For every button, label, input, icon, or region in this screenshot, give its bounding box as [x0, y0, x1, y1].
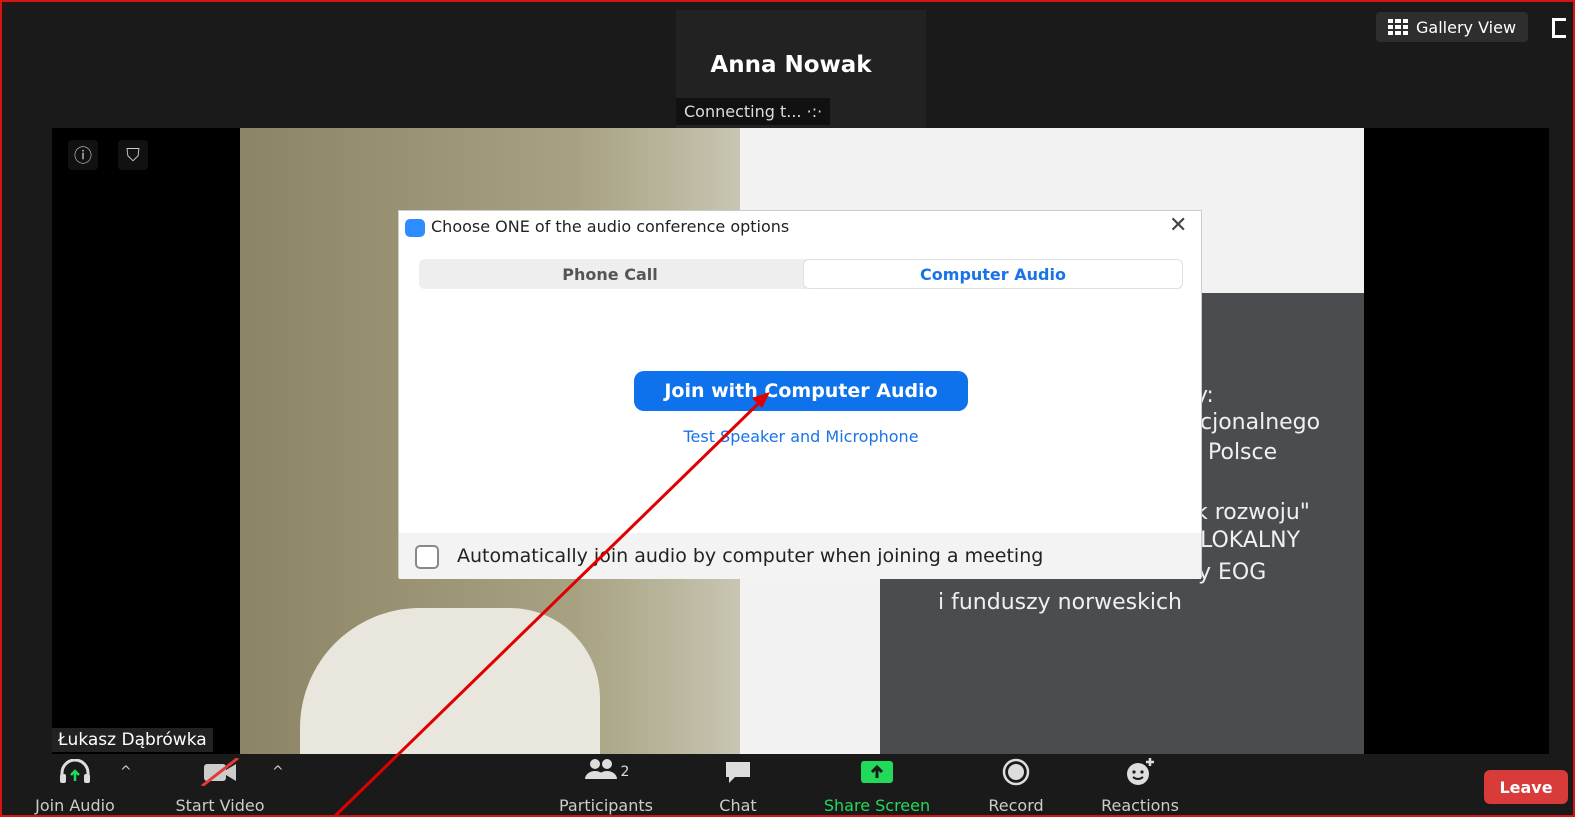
- annotation-arrow-icon: [333, 392, 770, 817]
